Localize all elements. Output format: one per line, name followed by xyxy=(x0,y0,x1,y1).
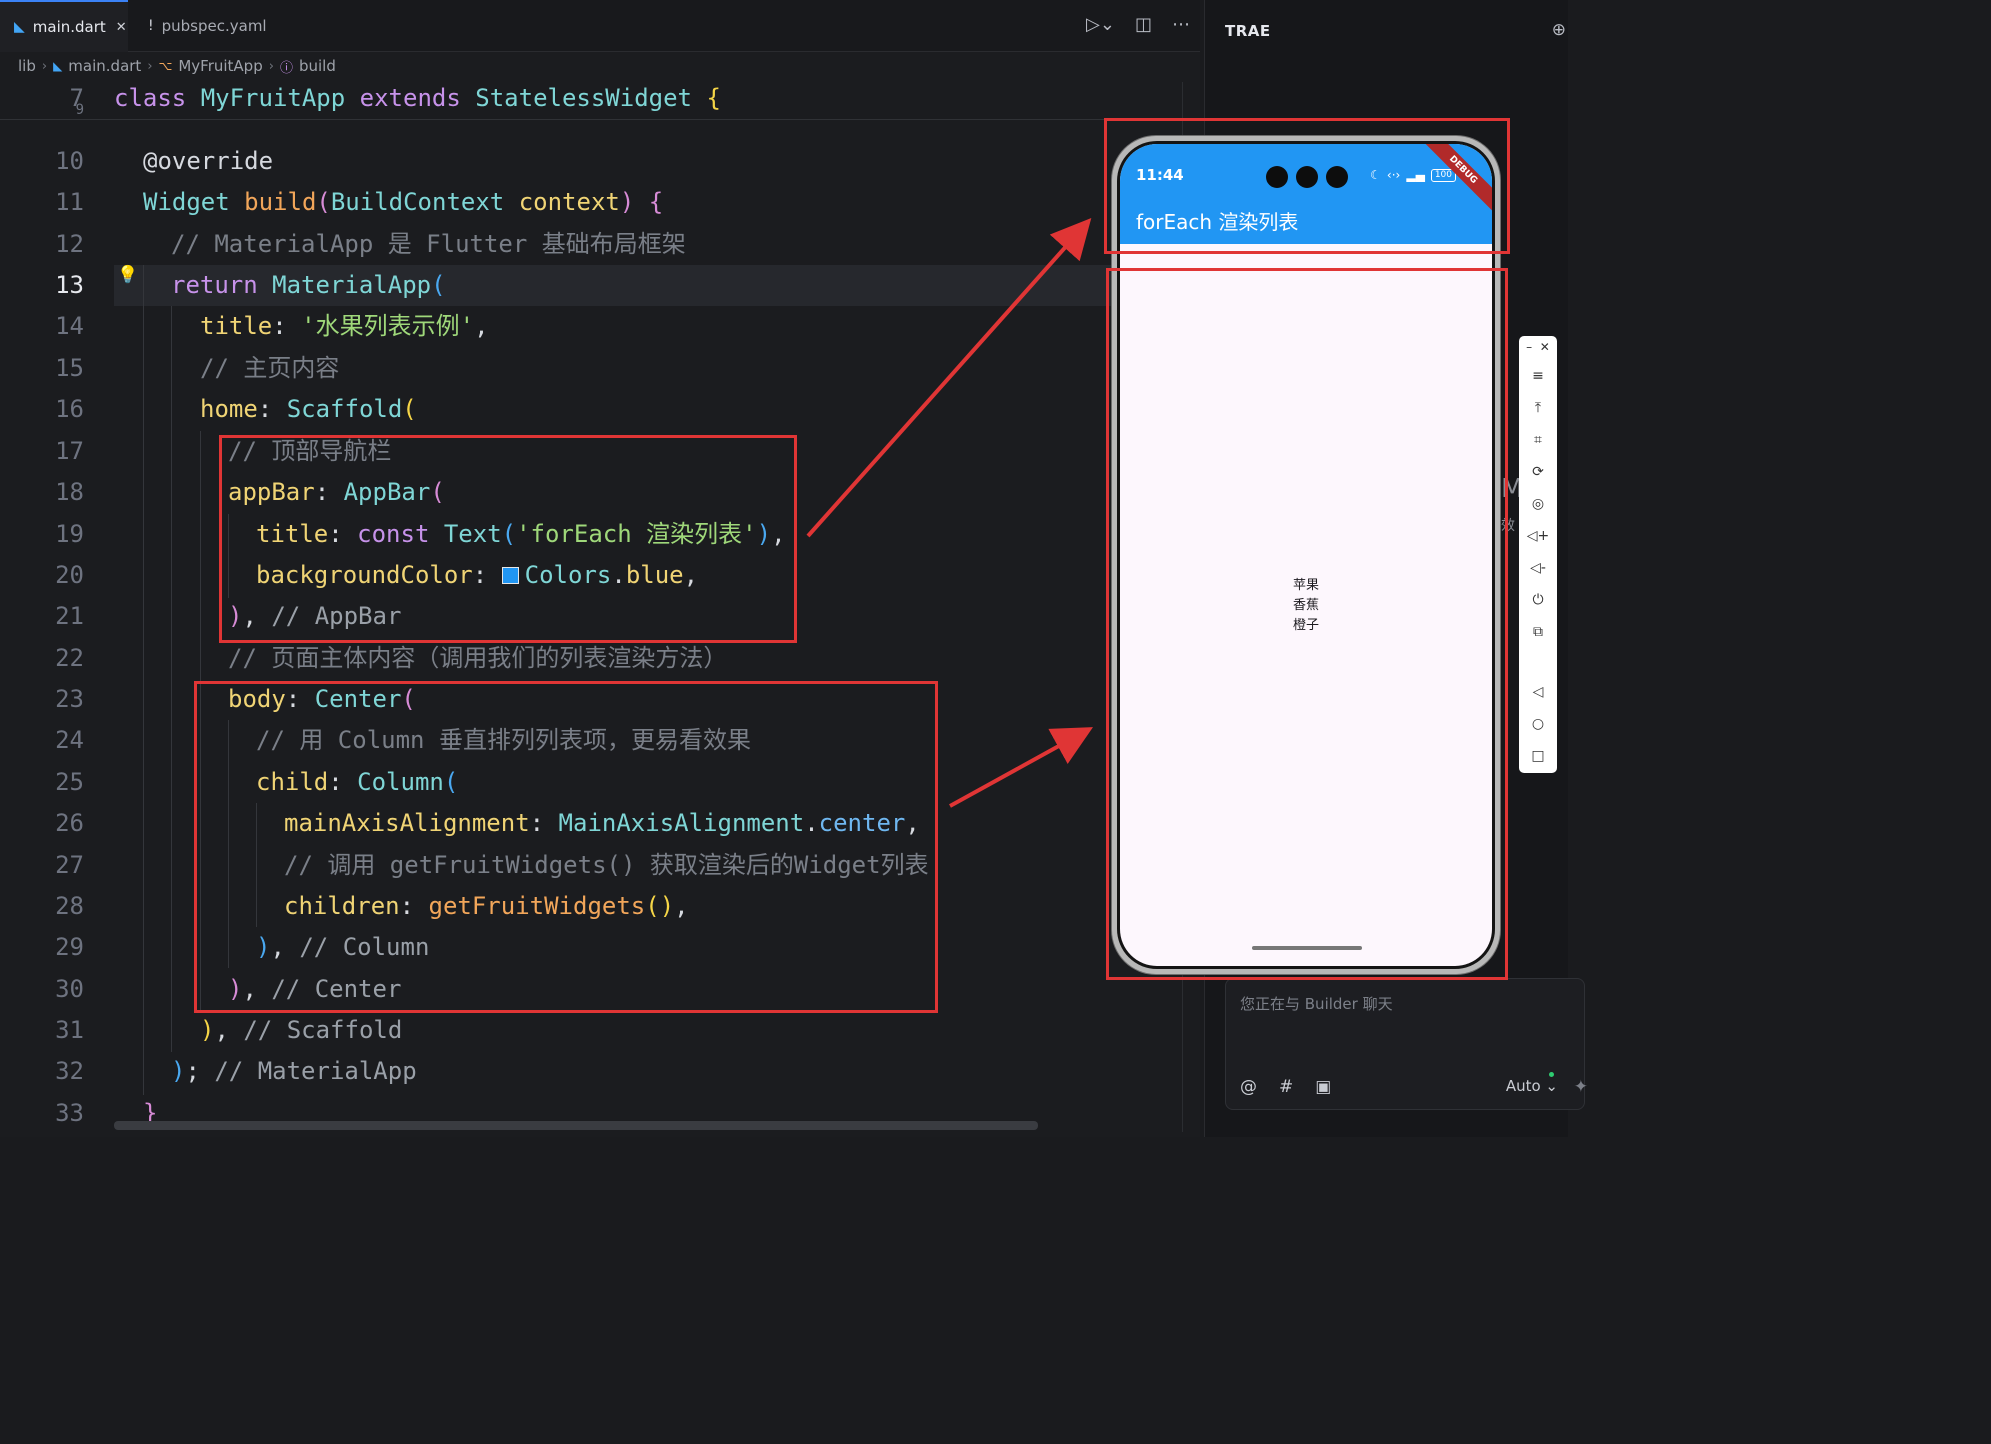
annotation-arrows xyxy=(806,218,1094,808)
send-icon[interactable]: ✦ xyxy=(1574,1077,1588,1097)
arrow-body xyxy=(949,727,1094,808)
arrow-appbar xyxy=(806,218,1092,538)
